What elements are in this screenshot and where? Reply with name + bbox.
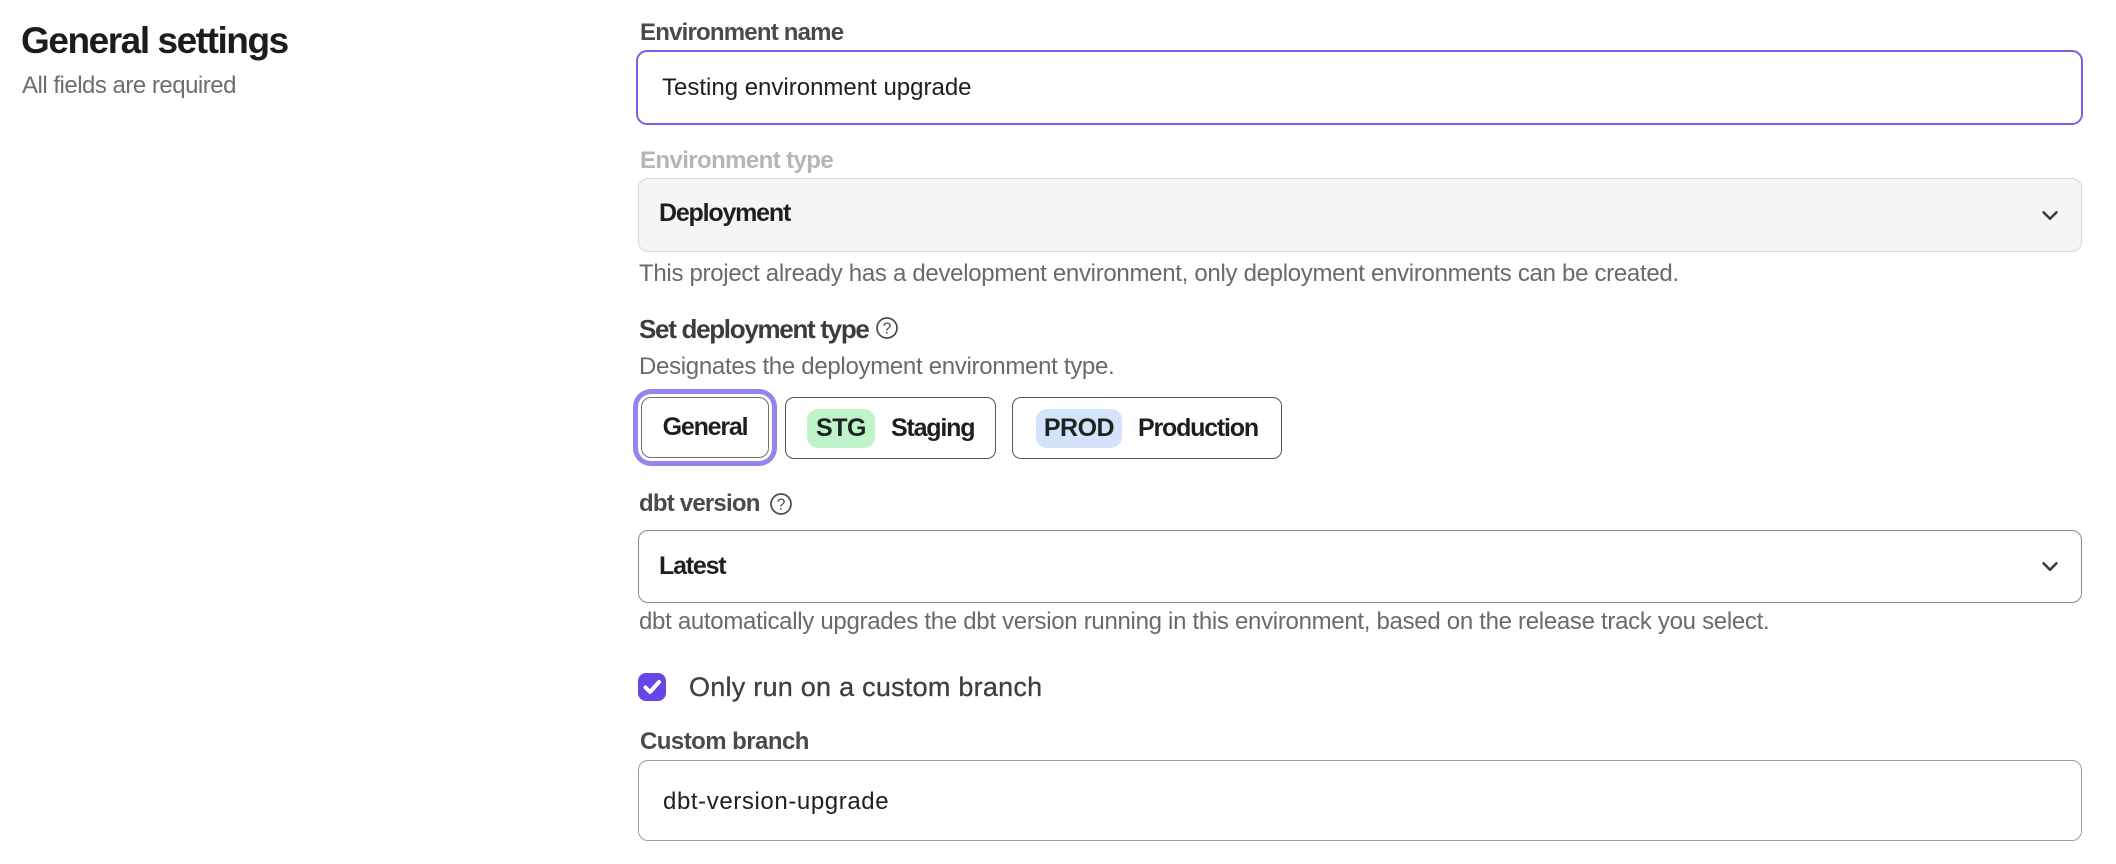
svg-text:?: ? <box>883 321 892 338</box>
svg-text:?: ? <box>777 497 786 514</box>
